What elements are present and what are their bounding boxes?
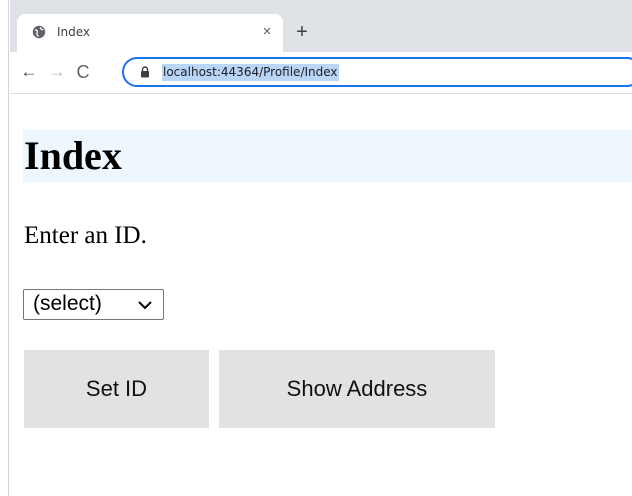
show-address-button[interactable]: Show Address — [219, 350, 495, 428]
chevron-down-icon — [138, 301, 152, 310]
window-left-edge — [0, 0, 9, 496]
forward-arrow-icon[interactable]: → — [46, 61, 68, 83]
tab-index[interactable]: Index × — [17, 14, 283, 52]
new-tab-icon[interactable]: + — [290, 20, 314, 44]
lock-icon — [141, 66, 149, 78]
instruction-text: Enter an ID. — [24, 222, 147, 249]
id-select[interactable]: (select) — [23, 289, 164, 320]
close-icon[interactable]: × — [257, 22, 277, 42]
reload-icon[interactable]: C — [72, 61, 94, 83]
tab-strip: Index × + — [10, 0, 632, 52]
browser-toolbar: ← → C localhost:44364/Profile/Index — [10, 52, 632, 94]
page-content: Index Enter an ID. (select) Set ID Show … — [10, 94, 632, 496]
url-text[interactable]: localhost:44364/Profile/Index — [162, 64, 339, 81]
select-value: (select) — [33, 292, 102, 315]
tab-title: Index — [57, 25, 91, 39]
globe-icon — [32, 25, 46, 39]
browser-chrome: Index × + ← → C localhost:44364/Profile/… — [10, 0, 632, 94]
address-bar[interactable]: localhost:44364/Profile/Index — [122, 57, 632, 87]
set-id-button[interactable]: Set ID — [24, 350, 209, 428]
page-title: Index — [24, 133, 122, 178]
back-arrow-icon[interactable]: ← — [18, 61, 40, 83]
